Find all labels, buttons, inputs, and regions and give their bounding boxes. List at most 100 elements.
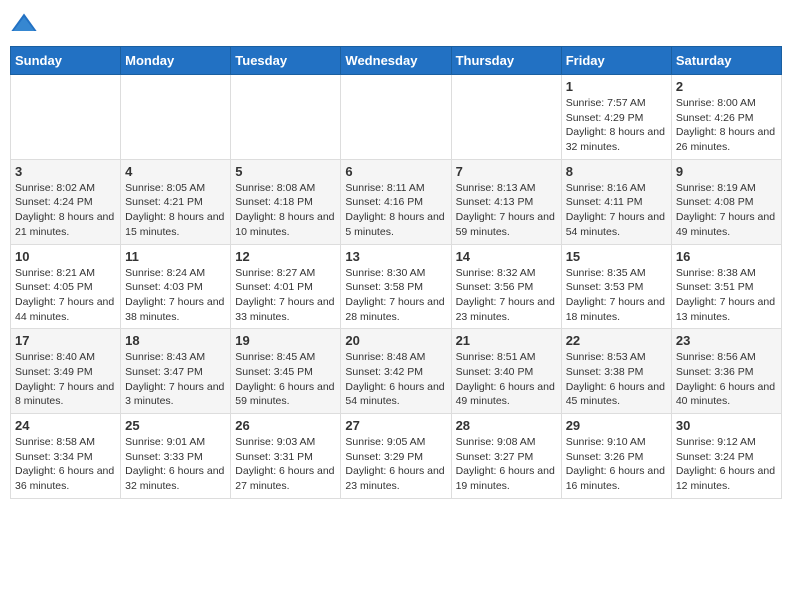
day-number: 10 [15, 249, 116, 264]
day-number: 11 [125, 249, 226, 264]
day-info: Sunrise: 8:40 AM Sunset: 3:49 PM Dayligh… [15, 350, 116, 409]
day-info: Sunrise: 8:45 AM Sunset: 3:45 PM Dayligh… [235, 350, 336, 409]
day-number: 4 [125, 164, 226, 179]
day-info: Sunrise: 8:24 AM Sunset: 4:03 PM Dayligh… [125, 266, 226, 325]
day-info: Sunrise: 8:32 AM Sunset: 3:56 PM Dayligh… [456, 266, 557, 325]
weekday-saturday: Saturday [671, 47, 781, 75]
day-cell: 11 Sunrise: 8:24 AM Sunset: 4:03 PM Dayli… [121, 244, 231, 329]
day-info: Sunrise: 8:13 AM Sunset: 4:13 PM Dayligh… [456, 181, 557, 240]
day-info: Sunrise: 9:03 AM Sunset: 3:31 PM Dayligh… [235, 435, 336, 494]
day-number: 12 [235, 249, 336, 264]
day-info: Sunrise: 8:16 AM Sunset: 4:11 PM Dayligh… [566, 181, 667, 240]
day-number: 27 [345, 418, 446, 433]
day-info: Sunrise: 8:08 AM Sunset: 4:18 PM Dayligh… [235, 181, 336, 240]
day-cell: 12 Sunrise: 8:27 AM Sunset: 4:01 PM Dayli… [231, 244, 341, 329]
day-number: 5 [235, 164, 336, 179]
day-number: 18 [125, 333, 226, 348]
day-number: 22 [566, 333, 667, 348]
day-cell: 2 Sunrise: 8:00 AM Sunset: 4:26 PM Daylig… [671, 75, 781, 160]
day-cell [341, 75, 451, 160]
day-info: Sunrise: 8:56 AM Sunset: 3:36 PM Dayligh… [676, 350, 777, 409]
day-info: Sunrise: 8:19 AM Sunset: 4:08 PM Dayligh… [676, 181, 777, 240]
logo [10, 10, 42, 38]
day-number: 16 [676, 249, 777, 264]
day-cell: 8 Sunrise: 8:16 AM Sunset: 4:11 PM Daylig… [561, 159, 671, 244]
day-cell: 25Sunrise: 9:01 AM Sunset: 3:33 PM Dayli… [121, 414, 231, 499]
day-number: 6 [345, 164, 446, 179]
day-number: 2 [676, 79, 777, 94]
day-info: Sunrise: 7:57 AM Sunset: 4:29 PM Dayligh… [566, 96, 667, 155]
day-number: 23 [676, 333, 777, 348]
day-cell: 6 Sunrise: 8:11 AM Sunset: 4:16 PM Daylig… [341, 159, 451, 244]
day-info: Sunrise: 8:51 AM Sunset: 3:40 PM Dayligh… [456, 350, 557, 409]
day-number: 28 [456, 418, 557, 433]
day-info: Sunrise: 8:43 AM Sunset: 3:47 PM Dayligh… [125, 350, 226, 409]
weekday-tuesday: Tuesday [231, 47, 341, 75]
calendar-table: SundayMondayTuesdayWednesdayThursdayFrid… [10, 46, 782, 499]
day-number: 15 [566, 249, 667, 264]
day-cell: 14 Sunrise: 8:32 AM Sunset: 3:56 PM Dayli… [451, 244, 561, 329]
day-number: 13 [345, 249, 446, 264]
day-cell: 19 Sunrise: 8:45 AM Sunset: 3:45 PM Dayli… [231, 329, 341, 414]
day-cell [11, 75, 121, 160]
day-cell: 4 Sunrise: 8:05 AM Sunset: 4:21 PM Daylig… [121, 159, 231, 244]
day-number: 17 [15, 333, 116, 348]
day-info: Sunrise: 8:11 AM Sunset: 4:16 PM Dayligh… [345, 181, 446, 240]
day-info: Sunrise: 8:00 AM Sunset: 4:26 PM Dayligh… [676, 96, 777, 155]
week-row-4: 17 Sunrise: 8:40 AM Sunset: 3:49 PM Dayli… [11, 329, 782, 414]
day-info: Sunrise: 8:58 AM Sunset: 3:34 PM Dayligh… [15, 435, 116, 494]
day-cell: 1 Sunrise: 7:57 AM Sunset: 4:29 PM Daylig… [561, 75, 671, 160]
day-number: 8 [566, 164, 667, 179]
day-cell: 10Sunrise: 8:21 AM Sunset: 4:05 PM Dayli… [11, 244, 121, 329]
day-info: Sunrise: 9:10 AM Sunset: 3:26 PM Dayligh… [566, 435, 667, 494]
day-cell: 13 Sunrise: 8:30 AM Sunset: 3:58 PM Dayli… [341, 244, 451, 329]
day-info: Sunrise: 8:38 AM Sunset: 3:51 PM Dayligh… [676, 266, 777, 325]
day-cell: 30 Sunrise: 9:12 AM Sunset: 3:24 PM Dayli… [671, 414, 781, 499]
day-cell: 17 Sunrise: 8:40 AM Sunset: 3:49 PM Dayli… [11, 329, 121, 414]
day-info: Sunrise: 8:27 AM Sunset: 4:01 PM Dayligh… [235, 266, 336, 325]
day-cell: 20 Sunrise: 8:48 AM Sunset: 3:42 PM Dayli… [341, 329, 451, 414]
day-cell: 26 Sunrise: 9:03 AM Sunset: 3:31 PM Dayli… [231, 414, 341, 499]
day-cell: 24 Sunrise: 8:58 AM Sunset: 3:34 PM Dayli… [11, 414, 121, 499]
day-info: Sunrise: 9:05 AM Sunset: 3:29 PM Dayligh… [345, 435, 446, 494]
weekday-sunday: Sunday [11, 47, 121, 75]
day-number: 26 [235, 418, 336, 433]
day-cell: 16 Sunrise: 8:38 AM Sunset: 3:51 PM Dayli… [671, 244, 781, 329]
day-info: Sunrise: 8:35 AM Sunset: 3:53 PM Dayligh… [566, 266, 667, 325]
day-cell: 21Sunrise: 8:51 AM Sunset: 3:40 PM Dayli… [451, 329, 561, 414]
day-cell: 7 Sunrise: 8:13 AM Sunset: 4:13 PM Daylig… [451, 159, 561, 244]
day-cell: 29Sunrise: 9:10 AM Sunset: 3:26 PM Dayli… [561, 414, 671, 499]
day-cell [231, 75, 341, 160]
day-number: 9 [676, 164, 777, 179]
logo-icon [10, 10, 38, 38]
day-cell: 3Sunrise: 8:02 AM Sunset: 4:24 PM Daylig… [11, 159, 121, 244]
weekday-friday: Friday [561, 47, 671, 75]
day-number: 24 [15, 418, 116, 433]
day-info: Sunrise: 9:08 AM Sunset: 3:27 PM Dayligh… [456, 435, 557, 494]
day-info: Sunrise: 8:48 AM Sunset: 3:42 PM Dayligh… [345, 350, 446, 409]
day-info: Sunrise: 8:30 AM Sunset: 3:58 PM Dayligh… [345, 266, 446, 325]
day-number: 20 [345, 333, 446, 348]
calendar-header: SundayMondayTuesdayWednesdayThursdayFrid… [11, 47, 782, 75]
weekday-row: SundayMondayTuesdayWednesdayThursdayFrid… [11, 47, 782, 75]
weekday-monday: Monday [121, 47, 231, 75]
day-number: 25 [125, 418, 226, 433]
day-info: Sunrise: 8:02 AM Sunset: 4:24 PM Dayligh… [15, 181, 116, 240]
week-row-2: 3Sunrise: 8:02 AM Sunset: 4:24 PM Daylig… [11, 159, 782, 244]
page-header [10, 10, 782, 38]
day-cell: 23 Sunrise: 8:56 AM Sunset: 3:36 PM Dayli… [671, 329, 781, 414]
day-number: 14 [456, 249, 557, 264]
day-cell [121, 75, 231, 160]
day-info: Sunrise: 8:53 AM Sunset: 3:38 PM Dayligh… [566, 350, 667, 409]
day-cell: 28 Sunrise: 9:08 AM Sunset: 3:27 PM Dayli… [451, 414, 561, 499]
week-row-1: 1 Sunrise: 7:57 AM Sunset: 4:29 PM Daylig… [11, 75, 782, 160]
day-number: 30 [676, 418, 777, 433]
day-cell: 15 Sunrise: 8:35 AM Sunset: 3:53 PM Dayli… [561, 244, 671, 329]
day-number: 7 [456, 164, 557, 179]
day-cell [451, 75, 561, 160]
day-number: 19 [235, 333, 336, 348]
day-info: Sunrise: 9:12 AM Sunset: 3:24 PM Dayligh… [676, 435, 777, 494]
day-number: 1 [566, 79, 667, 94]
weekday-thursday: Thursday [451, 47, 561, 75]
day-info: Sunrise: 8:05 AM Sunset: 4:21 PM Dayligh… [125, 181, 226, 240]
